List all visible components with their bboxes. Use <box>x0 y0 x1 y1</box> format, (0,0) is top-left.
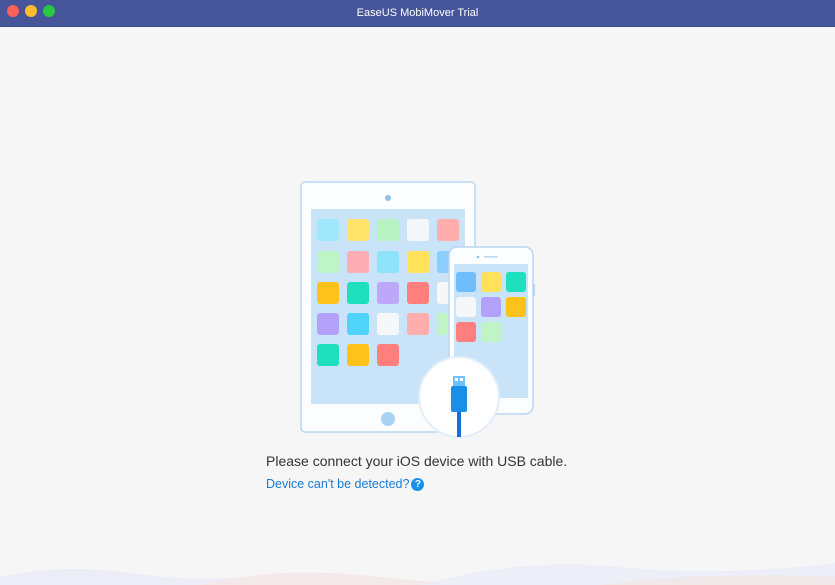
device-connection-illustration <box>300 181 535 438</box>
question-circle-icon[interactable]: ? <box>411 477 425 491</box>
device-not-detected-link[interactable]: Device can't be detected? ? <box>266 477 425 491</box>
help-link-label[interactable]: Device can't be detected? <box>266 477 409 491</box>
title-bar: EaseUS MobiMover Trial <box>0 0 835 27</box>
decorative-bottom-waves <box>0 563 835 585</box>
connect-instruction-text: Please connect your iOS device with USB … <box>266 453 568 469</box>
usb-cable-icon <box>418 356 500 438</box>
main-content: Please connect your iOS device with USB … <box>0 27 835 585</box>
window-title: EaseUS MobiMover Trial <box>356 7 479 19</box>
